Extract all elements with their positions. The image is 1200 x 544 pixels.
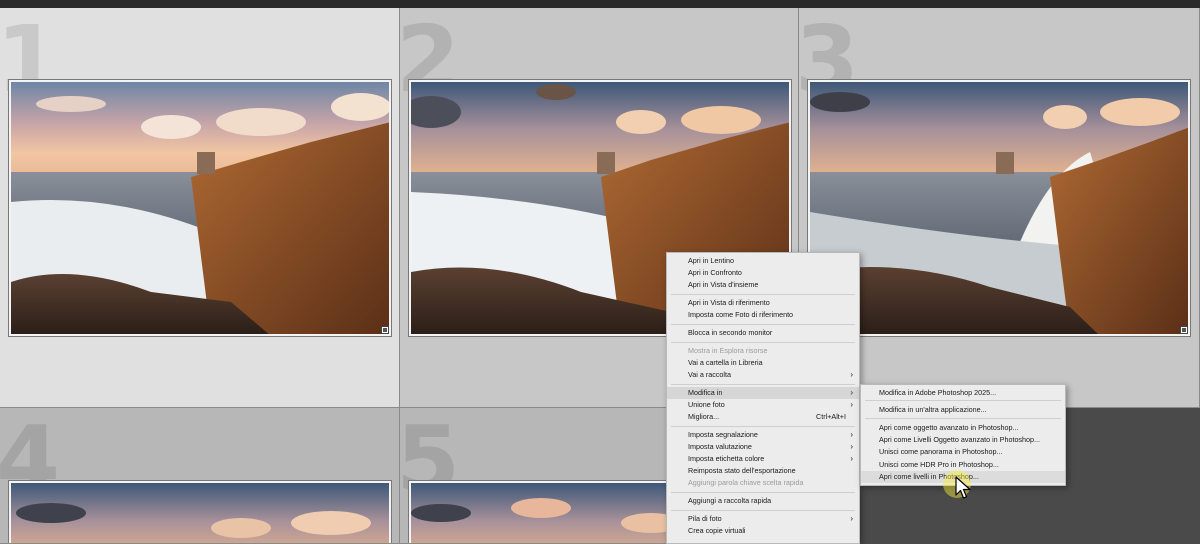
menu-item-mostra-esplora-risorse: Mostra in Esplora risorse bbox=[667, 345, 859, 357]
edit-badge-icon bbox=[381, 326, 389, 334]
menu-item-shortcut: Ctrl+Alt+I bbox=[816, 412, 846, 421]
chevron-right-icon: › bbox=[850, 388, 853, 397]
menu-item-label: Pila di foto bbox=[688, 514, 722, 523]
menu-item-label: Apri in Lentino bbox=[688, 256, 734, 265]
submenu-item-modifica-photoshop[interactable]: Modifica in Adobe Photoshop 2025... bbox=[861, 387, 1065, 399]
menu-item-label: Apri in Confronto bbox=[688, 268, 742, 277]
grid-cell-1[interactable]: 1 bbox=[0, 8, 400, 408]
chevron-right-icon: › bbox=[850, 430, 853, 439]
menu-item-crea-copie-virtuali[interactable]: Crea copie virtuali bbox=[667, 525, 859, 537]
menu-item-aggiungi-raccolta-rapida[interactable]: Aggiungi a raccolta rapida bbox=[667, 495, 859, 507]
menu-separator bbox=[671, 426, 855, 427]
submenu-item-oggetto-avanzato[interactable]: Apri come oggetto avanzato in Photoshop.… bbox=[861, 422, 1065, 434]
menu-item-label: Aggiungi parola chiave scelta rapida bbox=[688, 478, 804, 487]
menu-item-pila-di-foto[interactable]: Pila di foto › bbox=[667, 513, 859, 525]
menu-item-label: Apri come Livelli Oggetto avanzato in Ph… bbox=[879, 435, 1041, 444]
chevron-right-icon: › bbox=[850, 454, 853, 463]
menu-item-label: Imposta etichetta colore bbox=[688, 454, 765, 463]
menu-separator bbox=[671, 492, 855, 493]
menu-item-label: Modifica in bbox=[688, 388, 723, 397]
menu-item-label: Vai a cartella in Libreria bbox=[688, 358, 763, 367]
grid-cell-4[interactable]: 4 bbox=[0, 408, 400, 544]
menu-item-apri-in-vista-riferimento[interactable]: Apri in Vista di riferimento bbox=[667, 297, 859, 309]
menu-item-reimposta-stato-esportazione[interactable]: Reimposta stato dell'esportazione bbox=[667, 465, 859, 477]
menu-item-label: Imposta come Foto di riferimento bbox=[688, 310, 794, 319]
menu-separator bbox=[671, 384, 855, 385]
menu-item-label: Apri in Vista d'insieme bbox=[688, 280, 759, 289]
edit-badge-icon bbox=[1180, 326, 1188, 334]
submenu-item-livelli-oggetto-avanzato[interactable]: Apri come Livelli Oggetto avanzato in Ph… bbox=[861, 434, 1065, 446]
menu-item-label: Migliora... bbox=[688, 412, 720, 421]
menu-item-apri-in-confronto[interactable]: Apri in Confronto bbox=[667, 267, 859, 279]
menu-item-label: Vai a raccolta bbox=[688, 370, 732, 379]
menu-item-imposta-etichetta-colore[interactable]: Imposta etichetta colore › bbox=[667, 453, 859, 465]
photo-image bbox=[11, 483, 389, 543]
submenu-item-altra-applicazione[interactable]: Modifica in un'altra applicazione... bbox=[861, 404, 1065, 416]
menu-item-migliora[interactable]: Migliora... Ctrl+Alt+I bbox=[667, 411, 859, 423]
menu-item-label: Modifica in Adobe Photoshop 2025... bbox=[879, 388, 997, 397]
menu-item-vai-a-raccolta[interactable]: Vai a raccolta › bbox=[667, 369, 859, 381]
photo-image bbox=[810, 82, 1188, 334]
menu-item-apri-in-vista-insieme[interactable]: Apri in Vista d'insieme bbox=[667, 279, 859, 291]
chevron-right-icon: › bbox=[850, 442, 853, 451]
menu-item-aggiungi-parola-chiave: Aggiungi parola chiave scelta rapida bbox=[667, 477, 859, 489]
menu-item-imposta-foto-riferimento[interactable]: Imposta come Foto di riferimento bbox=[667, 309, 859, 321]
menu-item-label: Unisci come HDR Pro in Photoshop... bbox=[879, 460, 999, 469]
menu-separator bbox=[865, 418, 1061, 419]
chevron-right-icon: › bbox=[850, 514, 853, 523]
menu-item-label: Modifica in un'altra applicazione... bbox=[879, 405, 987, 414]
submenu-item-unisci-hdr-pro[interactable]: Unisci come HDR Pro in Photoshop... bbox=[861, 459, 1065, 471]
menu-item-label: Aggiungi a raccolta rapida bbox=[688, 496, 772, 505]
context-menu: Apri in Lentino Apri in Confronto Apri i… bbox=[666, 252, 860, 544]
menu-item-imposta-segnalazione[interactable]: Imposta segnalazione › bbox=[667, 429, 859, 441]
menu-item-apri-in-lentino[interactable]: Apri in Lentino bbox=[667, 255, 859, 267]
menu-separator bbox=[671, 294, 855, 295]
mouse-pointer-icon bbox=[955, 476, 971, 499]
top-bar bbox=[0, 0, 1200, 8]
menu-item-unione-foto[interactable]: Unione foto › bbox=[667, 399, 859, 411]
menu-item-vai-cartella-libreria[interactable]: Vai a cartella in Libreria bbox=[667, 357, 859, 369]
photo-thumbnail[interactable] bbox=[8, 480, 392, 543]
menu-item-modifica-in[interactable]: Modifica in › bbox=[667, 387, 859, 399]
menu-separator bbox=[865, 400, 1061, 401]
menu-item-label: Imposta segnalazione bbox=[688, 430, 758, 439]
menu-separator bbox=[671, 342, 855, 343]
menu-item-label: Blocca in secondo monitor bbox=[688, 328, 773, 337]
chevron-right-icon: › bbox=[850, 370, 853, 379]
menu-item-label: Crea copie virtuali bbox=[688, 526, 746, 535]
photo-image bbox=[11, 82, 389, 334]
chevron-right-icon: › bbox=[850, 400, 853, 409]
menu-item-label: Unione foto bbox=[688, 400, 725, 409]
photo-thumbnail[interactable] bbox=[807, 79, 1191, 337]
submenu-item-unisci-panorama[interactable]: Unisci come panorama in Photoshop... bbox=[861, 446, 1065, 458]
menu-item-imposta-valutazione[interactable]: Imposta valutazione › bbox=[667, 441, 859, 453]
menu-separator bbox=[671, 324, 855, 325]
menu-item-label: Apri come oggetto avanzato in Photoshop.… bbox=[879, 423, 1019, 432]
menu-item-label: Imposta valutazione bbox=[688, 442, 752, 451]
photo-thumbnail[interactable] bbox=[8, 79, 392, 337]
menu-item-label: Mostra in Esplora risorse bbox=[688, 346, 768, 355]
menu-item-label: Apri in Vista di riferimento bbox=[688, 298, 770, 307]
menu-separator bbox=[671, 510, 855, 511]
menu-item-label: Reimposta stato dell'esportazione bbox=[688, 466, 796, 475]
menu-item-label: Unisci come panorama in Photoshop... bbox=[879, 447, 1003, 456]
menu-item-blocca-secondo-monitor[interactable]: Blocca in secondo monitor bbox=[667, 327, 859, 339]
